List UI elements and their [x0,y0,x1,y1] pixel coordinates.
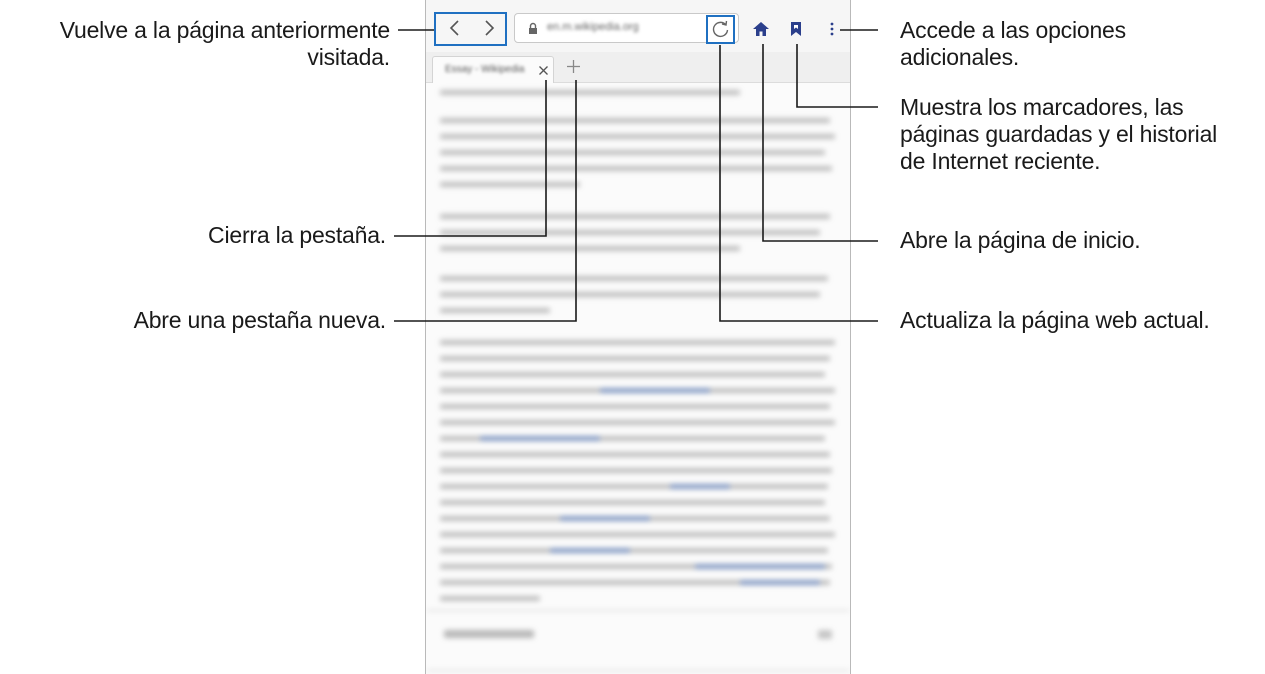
callout-line: Actualiza la página web actual. [900,307,1210,333]
callout-line: Vuelve a la página anteriormente [59,17,391,43]
callout-line: Abre la página de inicio. [900,227,1141,253]
callout-more-options: Accede a las opciones adicionales. [900,17,1260,71]
callout-home: Abre la página de inicio. [900,227,1260,254]
callout-close-tab: Cierra la pestaña. [0,222,386,249]
callout-line: Accede a las opciones [900,17,1126,43]
callout-new-tab: Abre una pestaña nueva. [0,307,387,334]
callout-back-forward: Vuelve a la página anteriormente visitad… [0,17,391,71]
callout-line: de Internet reciente. [900,148,1101,174]
callout-line: Cierra la pestaña. [208,222,386,248]
callout-refresh: Actualiza la página web actual. [900,307,1262,334]
callout-line: visitada. [307,44,390,70]
callout-line: Muestra los marcadores, las [900,94,1184,120]
callout-line: páginas guardadas y el historial [900,121,1218,147]
callout-line: Abre una pestaña nueva. [133,307,387,333]
callout-bookmarks: Muestra los marcadores, las páginas guar… [900,94,1262,175]
callout-line: adicionales. [900,44,1020,70]
